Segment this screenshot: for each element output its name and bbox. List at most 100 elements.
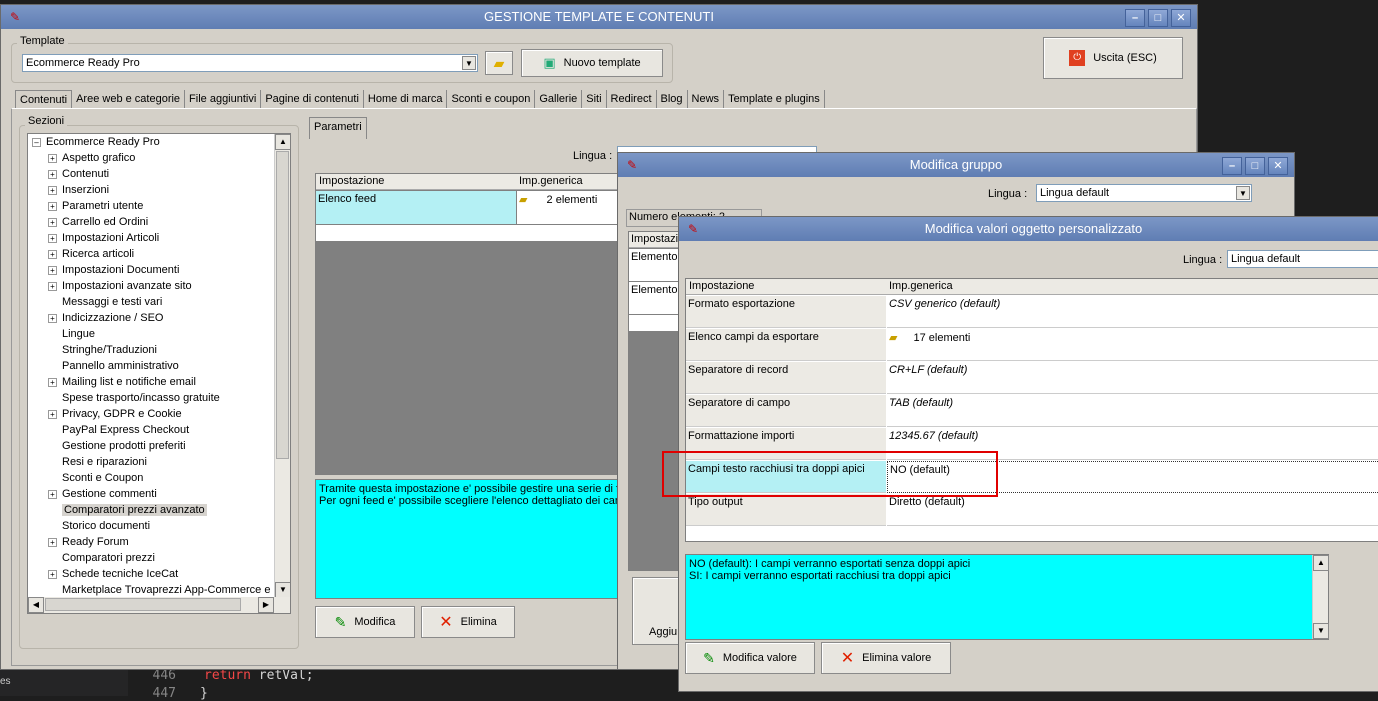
- values-row-name[interactable]: Elenco campi da esportare: [686, 329, 886, 361]
- scroll-down-icon[interactable]: ▼: [275, 582, 290, 598]
- chevron-down-icon[interactable]: ▼: [1236, 186, 1250, 200]
- tree-item[interactable]: + Indicizzazione / SEO: [48, 310, 164, 326]
- grid-row-name[interactable]: Elenco feed: [316, 191, 516, 224]
- tree-item[interactable]: PayPal Express Checkout: [48, 422, 189, 438]
- tree-item[interactable]: + Contenuti: [48, 166, 109, 182]
- open-folder-button[interactable]: ▰: [485, 51, 513, 75]
- expand-icon[interactable]: +: [48, 201, 57, 211]
- expand-icon[interactable]: +: [48, 489, 57, 499]
- scroll-up-icon[interactable]: ▲: [1313, 555, 1329, 571]
- tree-item[interactable]: + Inserzioni: [48, 182, 109, 198]
- scroll-left-icon[interactable]: ◀: [28, 597, 44, 613]
- tab-sconti-e-coupon[interactable]: Sconti e coupon: [447, 90, 536, 109]
- expand-icon[interactable]: +: [48, 569, 57, 579]
- sections-tree[interactable]: – Ecommerce Ready Pro + Aspetto grafico + Co…: [27, 133, 291, 614]
- close-button[interactable]: ✕: [1268, 157, 1288, 175]
- expand-icon[interactable]: +: [48, 185, 57, 195]
- delete-button[interactable]: ✕ Elimina: [421, 606, 515, 638]
- modify-button[interactable]: ✎ Modifica: [315, 606, 415, 638]
- tree-vscrollbar[interactable]: ▲ ▼: [274, 134, 290, 598]
- tree-root[interactable]: – Ecommerce Ready Pro: [32, 134, 160, 150]
- tab-aree-web-e-categorie[interactable]: Aree web e categorie: [72, 90, 186, 109]
- minimize-button[interactable]: –: [1222, 157, 1242, 175]
- tab-home-di-marca[interactable]: Home di marca: [364, 90, 448, 109]
- maximize-button[interactable]: □: [1148, 9, 1168, 27]
- tree-item[interactable]: + Gestione commenti: [48, 486, 157, 502]
- maximize-button[interactable]: □: [1245, 157, 1265, 175]
- template-select[interactable]: Ecommerce Ready Pro ▼: [22, 54, 478, 72]
- tab-parametri[interactable]: Parametri: [309, 117, 367, 139]
- collapse-icon[interactable]: –: [32, 137, 41, 147]
- tree-item[interactable]: + Mailing list e notifiche email: [48, 374, 196, 390]
- expand-icon[interactable]: +: [48, 217, 57, 227]
- expand-icon[interactable]: +: [48, 169, 57, 179]
- expand-icon[interactable]: +: [48, 377, 57, 387]
- tree-item[interactable]: Lingue: [48, 326, 95, 342]
- col-header-impostazione: Impostazione: [319, 175, 385, 187]
- delete-value-button[interactable]: ✕ Elimina valore: [821, 642, 951, 674]
- tree-item[interactable]: + Impostazioni Documenti: [48, 262, 179, 278]
- tab-gallerie[interactable]: Gallerie: [535, 90, 583, 109]
- hscroll-thumb[interactable]: [45, 598, 241, 611]
- tree-item[interactable]: + Schede tecniche IceCat: [48, 566, 178, 582]
- values-row-name[interactable]: Tipo output: [686, 494, 886, 526]
- tab-blog[interactable]: Blog: [657, 90, 688, 109]
- tree-item[interactable]: Gestione prodotti preferiti: [48, 438, 186, 454]
- tree-item[interactable]: Storico documenti: [48, 518, 150, 534]
- tree-item[interactable]: Spese trasporto/incasso gratuite: [48, 390, 220, 406]
- tree-item[interactable]: Marketplace Trovaprezzi App-Commerce e K…: [48, 582, 283, 598]
- values-row-name[interactable]: Separatore di record: [686, 362, 886, 394]
- tree-hscrollbar[interactable]: ◀ ▶: [28, 597, 290, 613]
- tree-item[interactable]: Resi e riparazioni: [48, 454, 147, 470]
- group-lingua-select[interactable]: Lingua default ▼: [1036, 184, 1252, 202]
- tab-pagine-di-contenuti[interactable]: Pagine di contenuti: [261, 90, 364, 109]
- tree-item[interactable]: Messaggi e testi vari: [48, 294, 162, 310]
- exit-button[interactable]: ⏻ Uscita (ESC): [1043, 37, 1183, 79]
- tab-siti[interactable]: Siti: [582, 90, 607, 109]
- expand-icon[interactable]: +: [48, 537, 57, 547]
- expand-icon[interactable]: +: [48, 233, 57, 243]
- description-scrollbar[interactable]: ▲ ▼: [1312, 555, 1329, 639]
- tree-item[interactable]: Sconti e Coupon: [48, 470, 143, 486]
- tab-contenuti[interactable]: Contenuti: [15, 90, 73, 109]
- values-row-value[interactable]: ▰ 17 elementi: [887, 329, 1378, 361]
- tab-news[interactable]: News: [688, 90, 725, 109]
- tree-item[interactable]: + Impostazioni Articoli: [48, 230, 159, 246]
- expand-icon[interactable]: +: [48, 153, 57, 163]
- tree-item[interactable]: Comparatori prezzi avanzato: [48, 502, 207, 518]
- tree-item[interactable]: + Privacy, GDPR e Cookie: [48, 406, 182, 422]
- values-row-value[interactable]: CSV generico (default): [887, 296, 1378, 328]
- chevron-down-icon[interactable]: ▼: [462, 56, 476, 70]
- tree-item[interactable]: Stringhe/Traduzioni: [48, 342, 157, 358]
- scroll-right-icon[interactable]: ▶: [258, 597, 274, 613]
- values-row-name[interactable]: Separatore di campo: [686, 395, 886, 427]
- tree-item[interactable]: Comparatori prezzi: [48, 550, 155, 566]
- minimize-button[interactable]: –: [1125, 9, 1145, 27]
- tab-redirect[interactable]: Redirect: [607, 90, 657, 109]
- scroll-up-icon[interactable]: ▲: [275, 134, 290, 150]
- scroll-thumb[interactable]: [276, 151, 289, 459]
- expand-icon[interactable]: +: [48, 409, 57, 419]
- expand-icon[interactable]: +: [48, 313, 57, 323]
- tree-item[interactable]: Pannello amministrativo: [48, 358, 179, 374]
- tree-item[interactable]: + Parametri utente: [48, 198, 143, 214]
- tree-item[interactable]: + Ricerca articoli: [48, 246, 134, 262]
- values-row-value[interactable]: CR+LF (default): [887, 362, 1378, 394]
- tab-template-e-plugins[interactable]: Template e plugins: [724, 90, 825, 109]
- values-lingua-select[interactable]: Lingua default: [1227, 250, 1378, 268]
- values-row-value[interactable]: TAB (default): [887, 395, 1378, 427]
- tab-file-aggiuntivi[interactable]: File aggiuntivi: [185, 90, 262, 109]
- tree-item[interactable]: + Carrello ed Ordini: [48, 214, 148, 230]
- tree-item[interactable]: + Impostazioni avanzate sito: [48, 278, 192, 294]
- scroll-down-icon[interactable]: ▼: [1313, 623, 1329, 639]
- new-template-button[interactable]: ▣ Nuovo template: [521, 49, 663, 77]
- values-row-value[interactable]: Diretto (default): [887, 494, 1378, 526]
- tree-item[interactable]: + Ready Forum: [48, 534, 129, 550]
- expand-icon[interactable]: +: [48, 265, 57, 275]
- expand-icon[interactable]: +: [48, 249, 57, 259]
- close-button[interactable]: ✕: [1171, 9, 1191, 27]
- tree-item[interactable]: + Aspetto grafico: [48, 150, 135, 166]
- values-row-name[interactable]: Formato esportazione: [686, 296, 886, 328]
- modify-value-button[interactable]: ✎ Modifica valore: [685, 642, 815, 674]
- expand-icon[interactable]: +: [48, 281, 57, 291]
